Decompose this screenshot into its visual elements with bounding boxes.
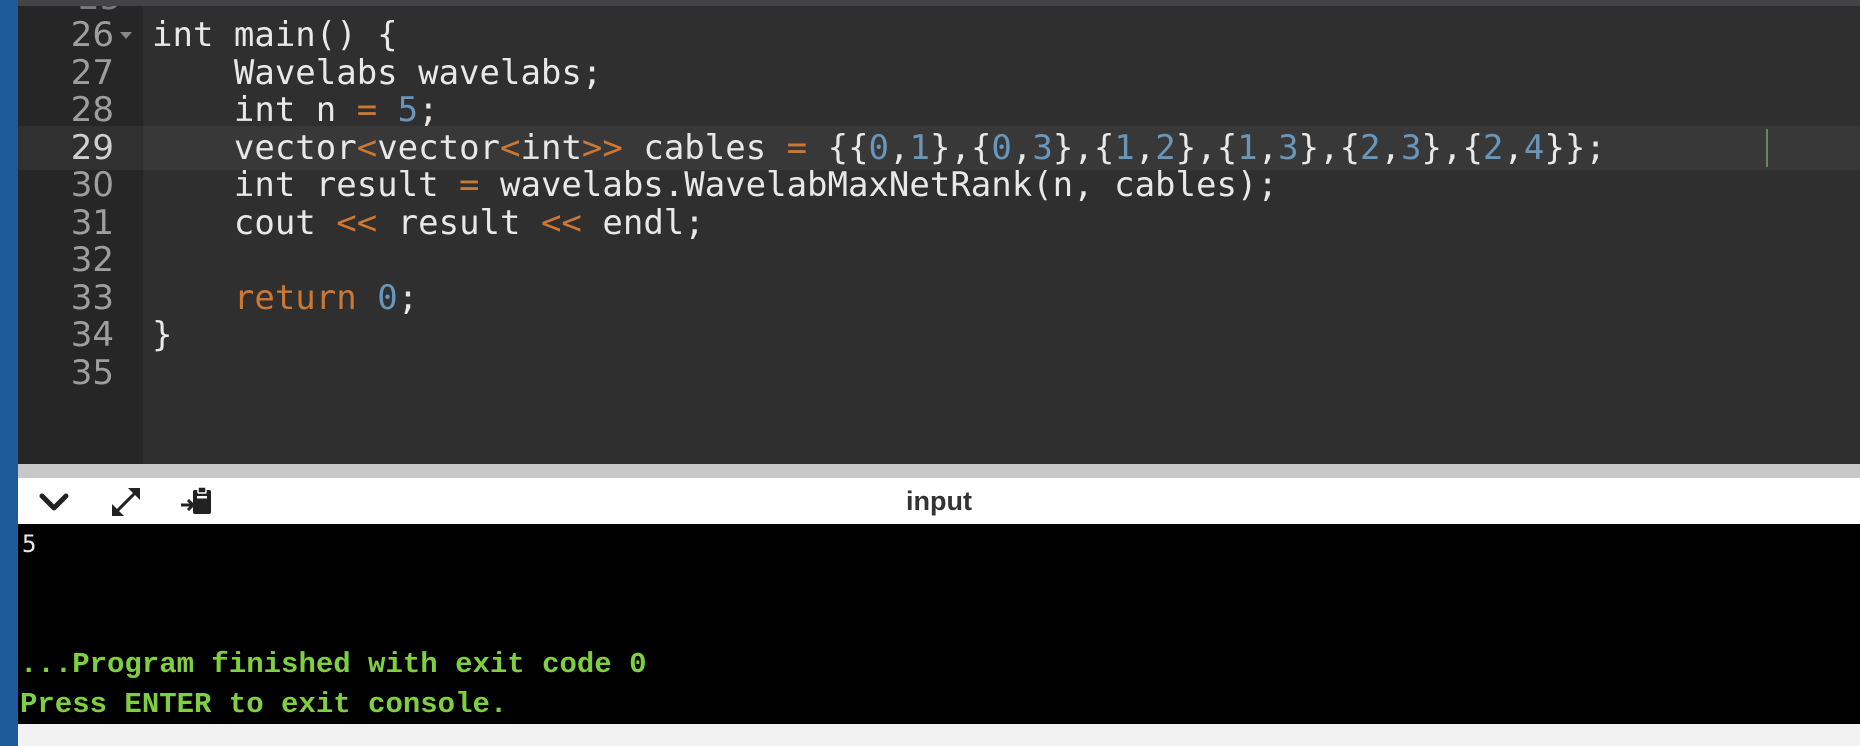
code-token: cout: [152, 202, 337, 243]
code-token: 0: [377, 277, 398, 318]
code-token: int: [520, 127, 582, 168]
code-token: return: [233, 277, 357, 318]
console-output[interactable]: 5 ...Program finished with exit code 0 P…: [18, 524, 1860, 724]
code-token: 3: [1401, 127, 1422, 168]
line-number: 35: [70, 352, 114, 393]
code-token: cables: [622, 127, 787, 168]
code-line[interactable]: 35: [18, 351, 1860, 395]
code-token: },{: [930, 127, 992, 168]
code-token: int n: [152, 90, 357, 130]
code-token: <<: [540, 202, 582, 243]
panel-resize-splitter[interactable]: [18, 464, 1860, 478]
text-cursor: [1766, 128, 1768, 167]
code-token: },{: [1298, 127, 1361, 168]
code-token: ,: [889, 127, 910, 168]
code-token: },{: [1175, 127, 1238, 168]
code-token: },{: [1421, 127, 1483, 168]
code-token: 5: [397, 90, 419, 130]
left-accent-bar: [0, 0, 18, 746]
code-token: ,: [1503, 127, 1524, 168]
code-token: ,: [1134, 127, 1156, 168]
code-token: <: [356, 127, 378, 168]
console-finished-message: ...Program finished with exit code 0: [20, 648, 647, 681]
code-token: result: [377, 202, 541, 243]
code-token: >>: [581, 127, 623, 168]
code-token: 1: [909, 127, 930, 168]
code-token: 2: [1155, 127, 1176, 168]
code-token: }: [152, 315, 173, 355]
code-token: ;: [397, 277, 419, 318]
code-token: {{: [807, 127, 869, 168]
panel-title: input: [906, 486, 972, 516]
code-token: 3: [1032, 127, 1053, 168]
bottom-strip: [18, 724, 1860, 746]
io-panel-header: input: [18, 478, 1860, 524]
code-token: 1: [1114, 127, 1135, 168]
code-token: ;: [418, 90, 439, 130]
code-token: int main() {: [152, 15, 398, 55]
code-editor[interactable]: 25 26int main() {27 Wavelabs wavelabs;28…: [18, 6, 1860, 464]
code-token: 4: [1523, 127, 1545, 168]
code-token: }};: [1544, 127, 1606, 168]
code-token: =: [356, 90, 378, 130]
code-token: wavelabs.WavelabMaxNetRank(n, cables);: [479, 165, 1278, 205]
code-token: ,: [1011, 127, 1033, 168]
code-token: },{: [1052, 127, 1115, 168]
code-token: <<: [336, 202, 378, 243]
code-token: endl;: [581, 202, 705, 243]
code-token: <: [500, 127, 521, 168]
code-token: 1: [1237, 127, 1258, 168]
code-token: vector: [152, 127, 357, 168]
code-token: ,: [1257, 127, 1279, 168]
code-token: int result: [152, 165, 460, 205]
code-token: vector: [377, 127, 501, 168]
code-token: =: [459, 165, 480, 205]
fold-toggle-icon[interactable]: [120, 32, 132, 39]
code-token: 3: [1278, 127, 1299, 168]
code-token: Wavelabs wavelabs;: [152, 52, 603, 93]
console-exit-prompt: Press ENTER to exit console.: [20, 688, 508, 721]
code-token: 2: [1482, 127, 1504, 168]
code-token: 0: [991, 127, 1012, 168]
code-token: ,: [1380, 127, 1402, 168]
code-token: =: [786, 127, 808, 168]
code-token: 2: [1360, 127, 1381, 168]
console-program-output: 5: [22, 530, 37, 558]
code-token: 0: [868, 127, 890, 168]
